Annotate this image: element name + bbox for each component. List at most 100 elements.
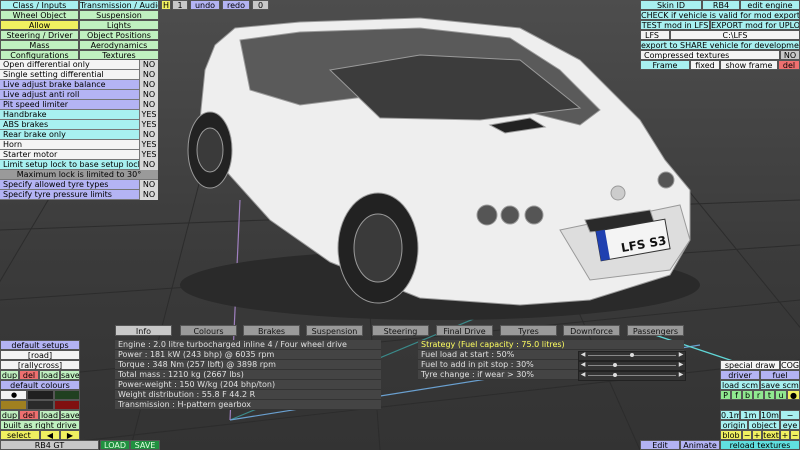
check-valid-button[interactable]: CHECK if vehicle is valid for mod export (640, 10, 800, 20)
option-single-setting-differential[interactable]: Single setting differential NO (0, 70, 158, 80)
menu-aerodynamics[interactable]: Aerodynamics (79, 40, 159, 50)
menu-allow[interactable]: Allow (0, 20, 79, 30)
setup-dup-button[interactable]: dup (0, 370, 19, 380)
menu-suspension[interactable]: Suspension (79, 10, 159, 20)
menu-lights[interactable]: Lights (79, 20, 159, 30)
slider-knob[interactable] (630, 353, 634, 357)
slider-knob[interactable] (613, 363, 618, 367)
colour-dup-button[interactable]: dup (0, 410, 19, 420)
show-frame-button[interactable]: show frame (720, 60, 778, 70)
colour-save-button[interactable]: save (60, 410, 80, 420)
option-allowed-tyre-types[interactable]: Specify allowed tyre types NO (0, 180, 158, 190)
tab-steering[interactable]: Steering (372, 325, 429, 336)
undo-button[interactable]: undo (190, 0, 220, 10)
object-button[interactable]: object (748, 420, 780, 430)
fuel-start-slider[interactable]: ◀ ▶ (578, 351, 686, 361)
default-setups-button[interactable]: default setups (0, 340, 80, 350)
tab-info[interactable]: Info (115, 325, 172, 336)
setup-del-button[interactable]: del (19, 370, 39, 380)
tab-passengers[interactable]: Passengers (627, 325, 684, 336)
tab-brakes[interactable]: Brakes (243, 325, 300, 336)
swatch-gold[interactable] (0, 400, 27, 410)
view-p-button[interactable]: P (720, 390, 731, 400)
option-starter-motor[interactable]: Starter motor YES (0, 150, 158, 160)
left-arrow-icon[interactable]: ◀ (579, 371, 587, 379)
setup-load-button[interactable]: load (39, 370, 60, 380)
h-button[interactable]: H (161, 0, 171, 10)
blob-plus-button[interactable]: + (752, 430, 762, 440)
menu-textures[interactable]: Textures (79, 50, 159, 60)
compressed-textures-label[interactable]: Compressed textures (640, 50, 780, 60)
load-button[interactable]: LOAD (100, 440, 130, 450)
option-limit-setup-lock[interactable]: Limit setup lock to base setup lock NO (0, 160, 158, 170)
setup-rallycross[interactable]: [rallycross] (0, 360, 80, 370)
special-draw-button[interactable]: special draw (720, 360, 780, 370)
edit-engine-button[interactable]: edit engine (740, 0, 800, 10)
origin-button[interactable]: origin (720, 420, 748, 430)
frame-delete-button[interactable]: del (778, 60, 800, 70)
menu-configurations[interactable]: Configurations (0, 50, 79, 60)
tab-colours[interactable]: Colours (180, 325, 237, 336)
view-u-button[interactable]: u (775, 390, 787, 400)
option-handbrake[interactable]: Handbrake YES (0, 110, 158, 120)
option-open-differential[interactable]: Open differential only NO (0, 60, 158, 70)
distance-minus-button[interactable]: − (780, 410, 800, 420)
step-value[interactable]: 1 (172, 0, 188, 10)
export-mod-button[interactable]: EXPORT mod for UPLOAD (710, 20, 800, 30)
distance-1m-button[interactable]: 1m (740, 410, 760, 420)
compressed-textures-value[interactable]: NO (780, 50, 800, 60)
save-button[interactable]: SAVE (130, 440, 160, 450)
skin-id-value[interactable]: RB4 (702, 0, 740, 10)
swatch-dark-green[interactable] (54, 390, 80, 400)
distance-10m-button[interactable]: 10m (760, 410, 780, 420)
view-r-button[interactable]: r (753, 390, 764, 400)
tab-downforce[interactable]: Downforce (563, 325, 620, 336)
menu-mass[interactable]: Mass (0, 40, 79, 50)
export-share-button[interactable]: export to SHARE vehicle for development (640, 40, 800, 50)
right-arrow-icon[interactable]: ▶ (677, 371, 685, 379)
select-prev-icon[interactable]: ◀ (40, 430, 60, 440)
option-pit-speed-limiter[interactable]: Pit speed limiter NO (0, 100, 158, 110)
driver-toggle[interactable]: driver (720, 370, 760, 380)
left-arrow-icon[interactable]: ◀ (579, 351, 587, 359)
menu-object-positions[interactable]: Object Positions (79, 30, 159, 40)
built-as-right-drive-button[interactable]: built as right drive (0, 420, 80, 430)
slider-knob[interactable] (613, 373, 618, 377)
swatch-dark-red[interactable] (54, 400, 80, 410)
option-live-brake-balance[interactable]: Live adjust brake balance NO (0, 80, 158, 90)
test-mod-button[interactable]: TEST mod in LFS (640, 20, 710, 30)
menu-transmission-audio[interactable]: Transmission / Audio (79, 0, 159, 10)
left-arrow-icon[interactable]: ◀ (579, 361, 587, 369)
load-scm-button[interactable]: load scm (720, 380, 760, 390)
option-abs-brakes[interactable]: ABS brakes YES (0, 120, 158, 130)
eye-button[interactable]: eye (780, 420, 800, 430)
menu-wheel-object[interactable]: Wheel Object (0, 10, 79, 20)
select-button[interactable]: select (0, 430, 40, 440)
view-t-button[interactable]: t (764, 390, 775, 400)
edit-mode-button[interactable]: Edit (640, 440, 680, 450)
option-horn[interactable]: Horn YES (0, 140, 158, 150)
tab-tyres[interactable]: Tyres (500, 325, 557, 336)
text-minus-button[interactable]: − (790, 430, 800, 440)
swatch-black[interactable] (27, 390, 54, 400)
cog-toggle[interactable]: COG (780, 360, 800, 370)
reload-textures-button[interactable]: reload textures (720, 440, 800, 450)
fuel-toggle[interactable]: fuel (760, 370, 800, 380)
fuel-pit-slider[interactable]: ◀ ▶ (578, 361, 686, 371)
setup-road[interactable]: [road] (0, 350, 80, 360)
save-scm-button[interactable]: save scm (760, 380, 800, 390)
colour-load-button[interactable]: load (39, 410, 60, 420)
tyre-change-slider[interactable]: ◀ ▶ (578, 371, 686, 381)
swatch-charcoal[interactable] (27, 400, 54, 410)
option-rear-brake-only[interactable]: Rear brake only NO (0, 130, 158, 140)
right-arrow-icon[interactable]: ▶ (677, 351, 685, 359)
distance-01m-button[interactable]: 0.1m (720, 410, 740, 420)
default-colours-button[interactable]: default colours (0, 380, 80, 390)
view-f-button[interactable]: f (731, 390, 742, 400)
colour-del-button[interactable]: del (19, 410, 39, 420)
view-dot-icon[interactable]: ● (787, 390, 800, 400)
text-plus-button[interactable]: + (780, 430, 790, 440)
tab-suspension[interactable]: Suspension (306, 325, 363, 336)
blob-minus-button[interactable]: − (742, 430, 752, 440)
redo-button[interactable]: redo (222, 0, 250, 10)
